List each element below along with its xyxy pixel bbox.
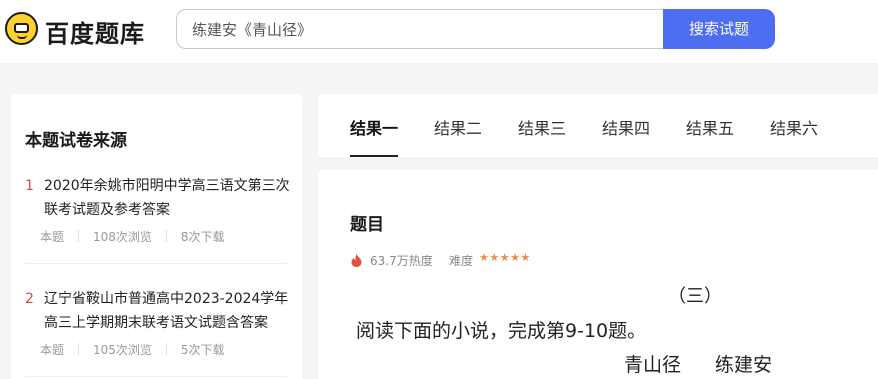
download-count: 5次下载: [180, 343, 225, 357]
logo-face: [14, 23, 29, 33]
search-box: [176, 9, 664, 49]
search-input[interactable]: [177, 10, 664, 48]
tab-result-3[interactable]: 结果三: [518, 115, 566, 139]
source-link[interactable]: 2020年余姚市阳明中学高三语文第三次联考试题及参考答案: [44, 174, 292, 222]
item-number: 1: [25, 178, 34, 194]
fire-icon: [351, 254, 362, 267]
view-count: 108次浏览: [93, 230, 152, 244]
separator: [165, 230, 167, 242]
search-button[interactable]: 搜索试题: [663, 9, 775, 49]
view-count: 105次浏览: [93, 343, 152, 357]
tag: 本题: [40, 343, 65, 357]
question-panel: 题目 63.7万热度 难度 ★★★★★ （三） 阅读下面的小说，完成第9-10题…: [318, 170, 878, 379]
story-byline: 青山径 练建安: [624, 350, 772, 377]
story-author: 练建安: [715, 354, 773, 376]
paper-source-panel: 本题试卷来源 1 2020年余姚市阳明中学高三语文第三次联考试题及参考答案 本题…: [11, 94, 302, 379]
source-link[interactable]: 辽宁省鞍山市普通高中2023-2024学年高三上学期期末联考语文试题含答案: [44, 287, 292, 335]
tag: 本题: [40, 230, 65, 244]
item-number: 2: [25, 291, 34, 307]
tab-result-1[interactable]: 结果一: [350, 115, 398, 139]
question-heading: 题目: [350, 215, 384, 235]
item-meta: 本题 105次浏览 5次下载: [40, 341, 225, 358]
separator: [78, 343, 80, 355]
divider: [25, 263, 287, 264]
divider: [25, 376, 287, 377]
difficulty-stars: ★★★★★: [479, 251, 531, 264]
item-meta: 本题 108次浏览 8次下载: [40, 228, 225, 245]
separator: [78, 230, 80, 242]
top-bar: 百度题库 搜索试题: [0, 0, 878, 63]
question-instruction: 阅读下面的小说，完成第9-10题。: [356, 320, 647, 342]
section-number: （三）: [668, 286, 722, 307]
logo-mouth: [17, 35, 27, 39]
story-title: 青山径: [624, 354, 682, 376]
tab-result-5[interactable]: 结果五: [686, 115, 734, 139]
download-count: 8次下载: [180, 230, 225, 244]
result-tabs: 结果一 结果二 结果三 结果四 结果五 结果六: [318, 94, 878, 157]
logo-icon[interactable]: [5, 12, 38, 45]
heat-count: 63.7万热度: [370, 254, 433, 268]
logo-text[interactable]: 百度题库: [45, 14, 145, 49]
panel-title: 本题试卷来源: [25, 131, 127, 151]
separator: [165, 343, 167, 355]
tab-result-2[interactable]: 结果二: [434, 115, 482, 139]
tab-result-6[interactable]: 结果六: [770, 115, 818, 139]
active-tab-indicator: [350, 155, 398, 157]
difficulty-label: 难度: [449, 254, 474, 268]
tab-result-4[interactable]: 结果四: [602, 115, 650, 139]
